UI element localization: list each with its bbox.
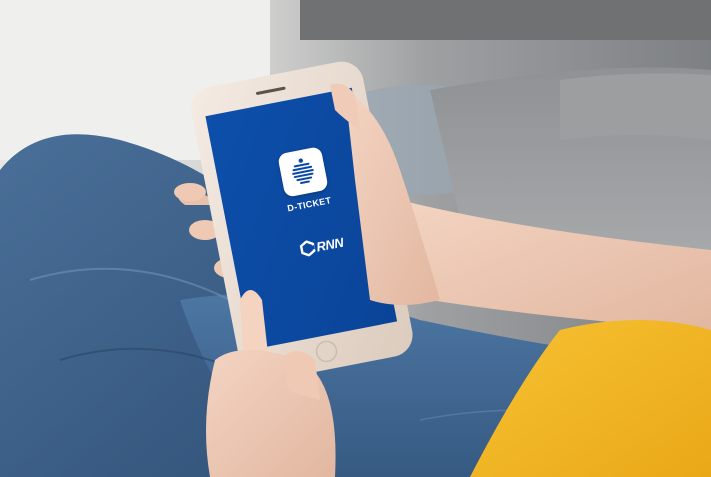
photo-background [0,0,711,477]
